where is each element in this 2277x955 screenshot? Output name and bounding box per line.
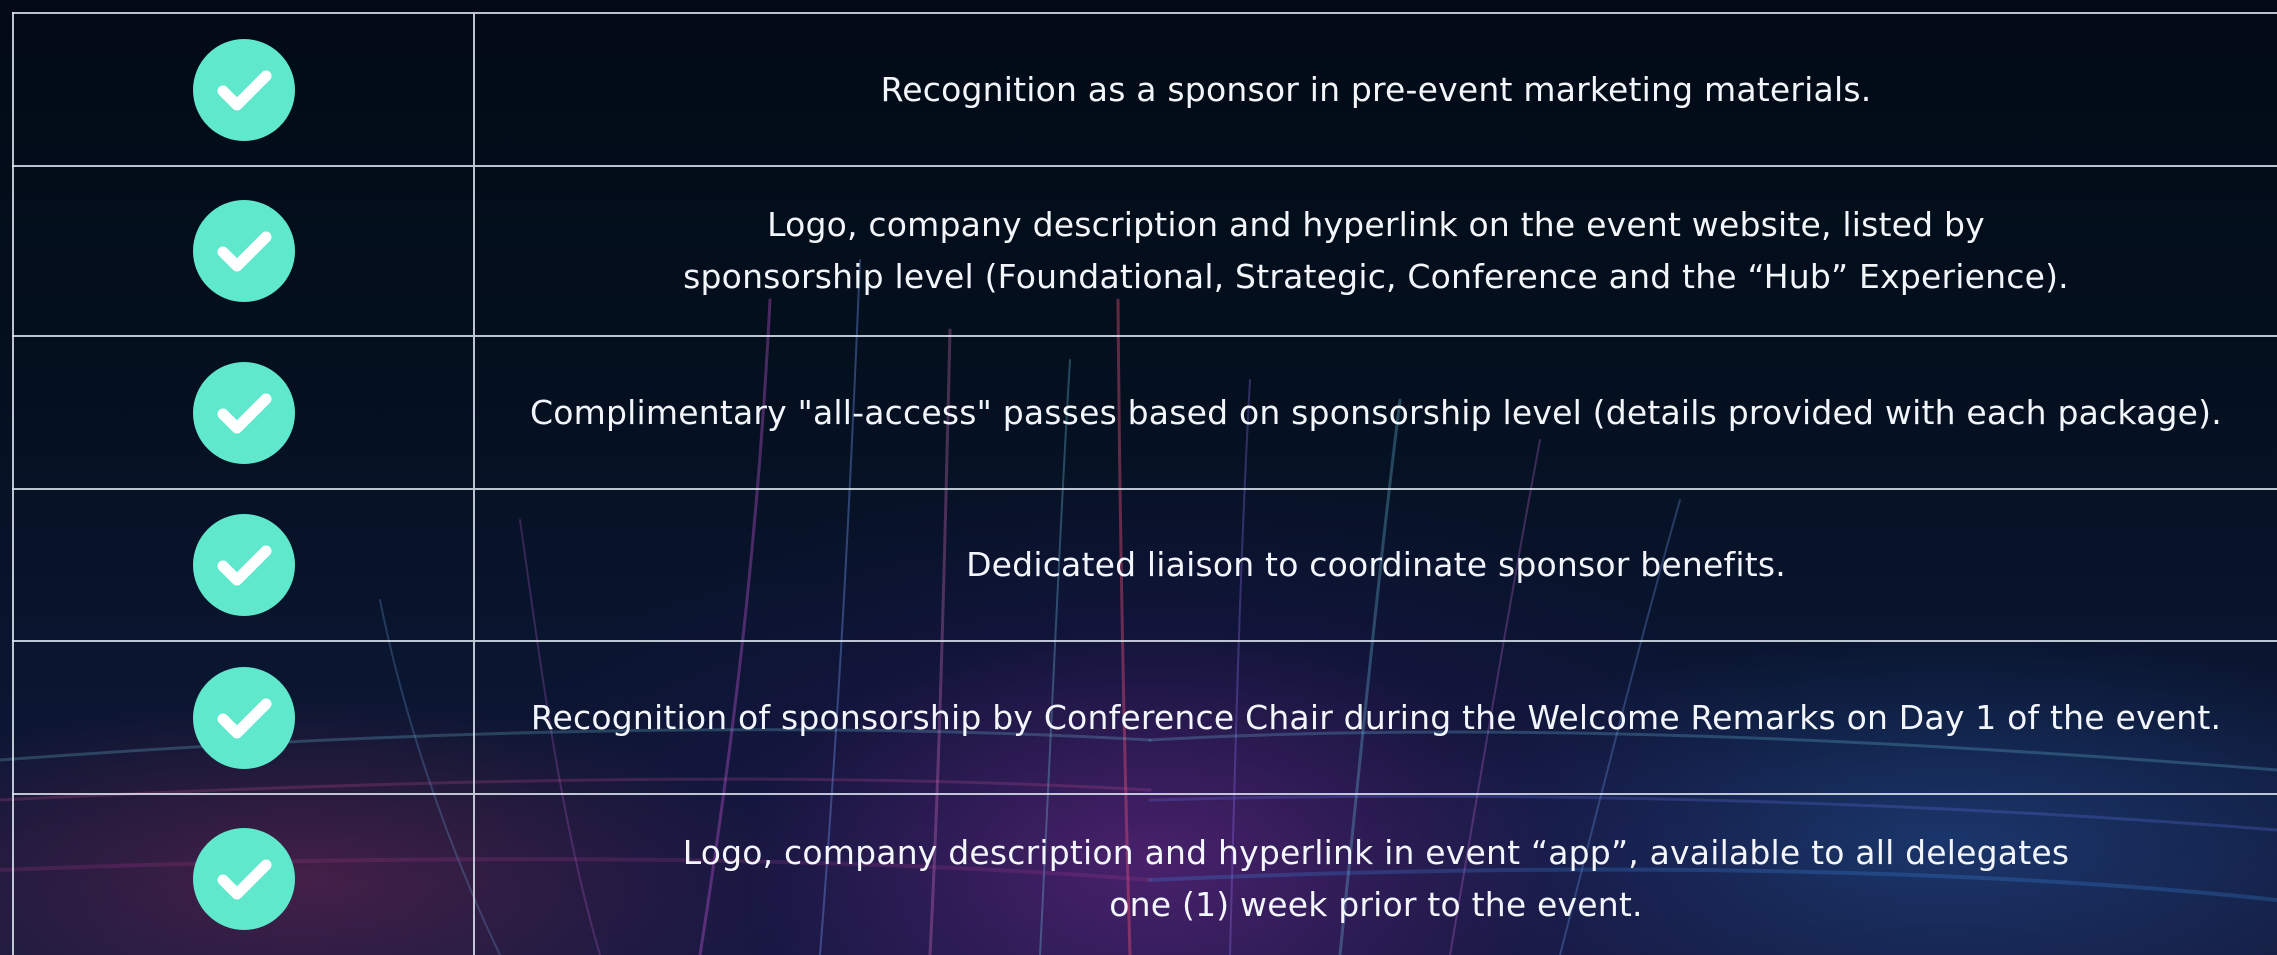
benefit-text: Logo, company description and hyperlink … [683,205,2069,296]
table-row: Recognition as a sponsor in pre-event ma… [12,12,2277,167]
check-cell [12,488,474,642]
sponsor-benefits-table: Recognition as a sponsor in pre-event ma… [12,12,2277,955]
benefit-text: Complimentary "all-access" passes based … [530,392,2222,432]
checkmark-circle-icon [192,514,295,616]
checkmark-circle-icon [192,828,295,930]
check-cell [12,12,474,167]
checkmark-circle-icon [192,361,295,464]
table-row: Dedicated liaison to coordinate sponsor … [12,488,2277,642]
check-cell [12,793,474,955]
benefit-text: Dedicated liaison to coordinate sponsor … [966,545,1786,584]
benefit-text-cell: Recognition of sponsorship by Conference… [473,640,2277,795]
benefit-text-cell: Complimentary "all-access" passes based … [473,335,2277,490]
table-row: Complimentary "all-access" passes based … [12,335,2277,490]
table-row: Logo, company description and hyperlink … [12,165,2277,337]
benefit-text-cell: Logo, company description and hyperlink … [473,793,2277,955]
table-row: Logo, company description and hyperlink … [12,793,2277,955]
check-cell [12,640,474,795]
benefit-text-cell: Recognition as a sponsor in pre-event ma… [473,12,2277,167]
benefit-text: Recognition as a sponsor in pre-event ma… [880,69,1872,109]
benefit-text-cell: Dedicated liaison to coordinate sponsor … [473,488,2277,642]
check-cell [12,165,474,337]
benefit-text: Logo, company description and hyperlink … [682,833,2070,924]
checkmark-circle-icon [192,666,295,769]
check-cell [12,335,474,490]
benefit-text-cell: Logo, company description and hyperlink … [473,165,2277,337]
benefit-text: Recognition of sponsorship by Conference… [530,697,2222,737]
checkmark-circle-icon [192,38,295,141]
table-row: Recognition of sponsorship by Conference… [12,640,2277,795]
checkmark-circle-icon [192,200,295,302]
